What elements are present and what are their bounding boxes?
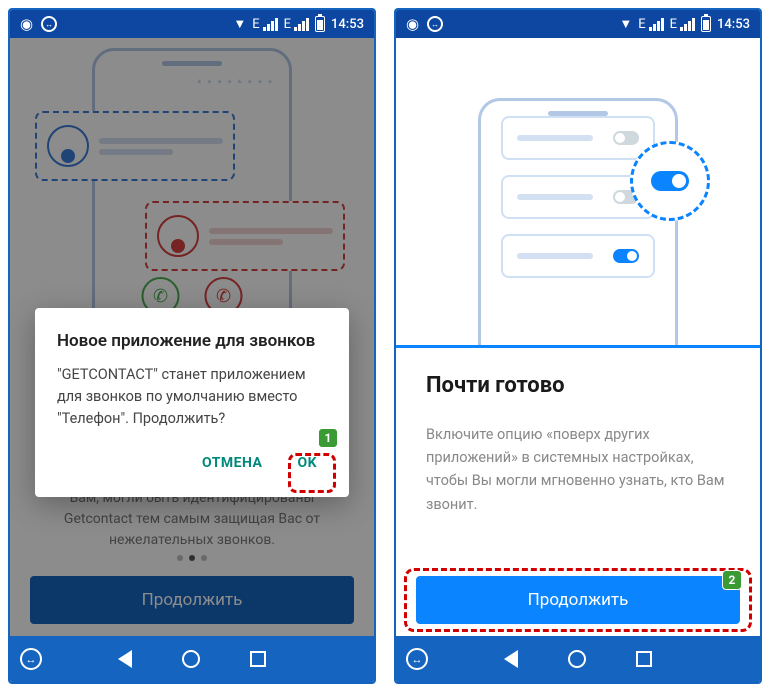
- android-nav-bar: [10, 636, 374, 682]
- clock: 14:53: [717, 17, 750, 32]
- clock: 14:53: [331, 17, 364, 32]
- recents-button[interactable]: [250, 651, 266, 667]
- home-button[interactable]: [182, 650, 200, 668]
- visibility-icon: ◉: [20, 15, 33, 33]
- cancel-button[interactable]: ОТМЕНА: [192, 447, 272, 479]
- phone-left: ◉ ↔ ▼ E E 14:53 * * * * * * * *: [8, 8, 376, 684]
- signal-1: E: [252, 17, 277, 32]
- teamviewer-icon: ↔: [41, 16, 57, 32]
- teamviewer-icon: ↔: [427, 16, 443, 32]
- settings-row: [501, 116, 655, 160]
- annotation-badge-1: 1: [318, 428, 338, 448]
- annotation-badge-2: 2: [722, 570, 742, 590]
- default-dialer-dialog: Новое приложение для звонков "GETCONTACT…: [35, 308, 349, 497]
- settings-row: [501, 234, 655, 278]
- teamviewer-nav-icon[interactable]: [406, 648, 428, 670]
- back-button[interactable]: [504, 650, 518, 668]
- page-heading: Почти готово: [396, 348, 760, 408]
- continue-button[interactable]: Продолжить: [416, 576, 740, 624]
- wifi-icon: ▼: [233, 16, 246, 32]
- recents-button[interactable]: [636, 651, 652, 667]
- teamviewer-nav-icon[interactable]: [20, 648, 42, 670]
- battery-icon: [701, 16, 711, 32]
- signal-2: E: [670, 17, 695, 32]
- overlay-permission-illustration: [396, 38, 760, 348]
- ok-button[interactable]: OK: [287, 447, 327, 479]
- toggle-on-icon: [613, 249, 639, 263]
- home-button[interactable]: [568, 650, 586, 668]
- signal-2: E: [284, 17, 309, 32]
- visibility-icon: ◉: [406, 15, 419, 33]
- battery-icon: [315, 16, 325, 32]
- overlay-toggle-callout: [630, 141, 710, 221]
- android-nav-bar: [396, 636, 760, 682]
- dialog-body: "GETCONTACT" станет приложением для звон…: [57, 364, 327, 429]
- wifi-icon: ▼: [619, 16, 632, 32]
- page-description: Включите опцию «поверх других приложений…: [396, 408, 760, 531]
- toggle-off-icon: [613, 131, 639, 145]
- status-bar: ◉ ↔ ▼ E E 14:53: [396, 10, 760, 38]
- dialog-title: Новое приложение для звонков: [57, 330, 327, 352]
- phone-right: ◉ ↔ ▼ E E 14:53: [394, 8, 762, 684]
- signal-1: E: [638, 17, 663, 32]
- status-bar: ◉ ↔ ▼ E E 14:53: [10, 10, 374, 38]
- back-button[interactable]: [118, 650, 132, 668]
